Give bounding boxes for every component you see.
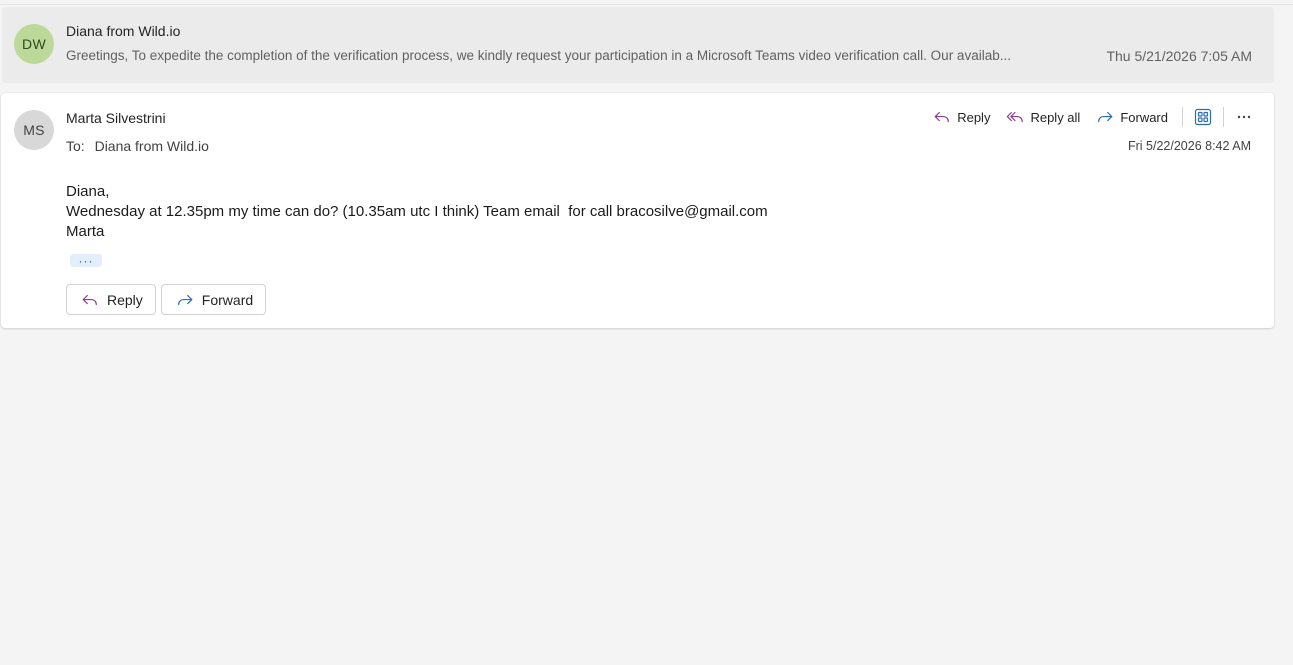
reply-icon [82, 294, 97, 305]
message-body: Diana, Wednesday at 12.35pm my time can … [66, 182, 768, 242]
body-line: Marta [66, 223, 105, 240]
forward-icon [1098, 111, 1113, 123]
sender-name[interactable]: Marta Silvestrini [66, 110, 166, 126]
message-preview: Greetings, To expedite the completion of… [66, 48, 1011, 63]
expanded-message-card: MS Marta Silvestrini To: Diana from Wild… [1, 93, 1274, 328]
bottom-forward-button[interactable]: Forward [160, 284, 267, 315]
forward-button[interactable]: Forward [1088, 105, 1176, 129]
toolbar-divider [1223, 107, 1224, 127]
reply-icon [934, 111, 950, 123]
reply-all-icon [1007, 111, 1024, 123]
forward-icon [177, 294, 193, 305]
bottom-action-buttons: Reply Forward [66, 284, 267, 315]
message-date: Fri 5/22/2026 8:42 AM [1128, 139, 1251, 153]
apps-button[interactable] [1189, 105, 1217, 129]
message-date: Thu 5/21/2026 7:05 AM [1106, 48, 1252, 64]
sender-name: Diana from Wild.io [66, 23, 181, 39]
reply-label: Reply [107, 291, 143, 308]
show-trimmed-content-button[interactable]: ··· [70, 254, 102, 267]
bottom-reply-button[interactable]: Reply [66, 284, 156, 315]
recipient-line: To: Diana from Wild.io [66, 138, 209, 154]
reply-button[interactable]: Reply [925, 105, 998, 129]
reply-label: Reply [957, 109, 991, 125]
message-actions-toolbar: Reply Reply all Forward [925, 105, 1258, 129]
toolbar-divider [1182, 107, 1183, 127]
recipient-name[interactable]: Diana from Wild.io [95, 138, 209, 154]
reply-all-button[interactable]: Reply all [998, 105, 1088, 129]
avatar: DW [14, 24, 54, 64]
reply-all-label: Reply all [1030, 109, 1081, 125]
collapsed-message-item[interactable]: DW Diana from Wild.io Greetings, To expe… [2, 7, 1274, 83]
forward-label: Forward [201, 291, 254, 308]
body-line: Wednesday at 12.35pm my time can do? (10… [66, 203, 768, 220]
more-horizontal-icon [1237, 115, 1251, 119]
forward-label: Forward [1120, 109, 1168, 125]
apps-grid-icon [1194, 108, 1212, 126]
to-label: To: [66, 138, 85, 154]
body-line: Diana, [66, 183, 110, 200]
more-actions-button[interactable] [1230, 105, 1258, 129]
top-strip [0, 0, 1293, 5]
avatar: MS [14, 110, 54, 150]
